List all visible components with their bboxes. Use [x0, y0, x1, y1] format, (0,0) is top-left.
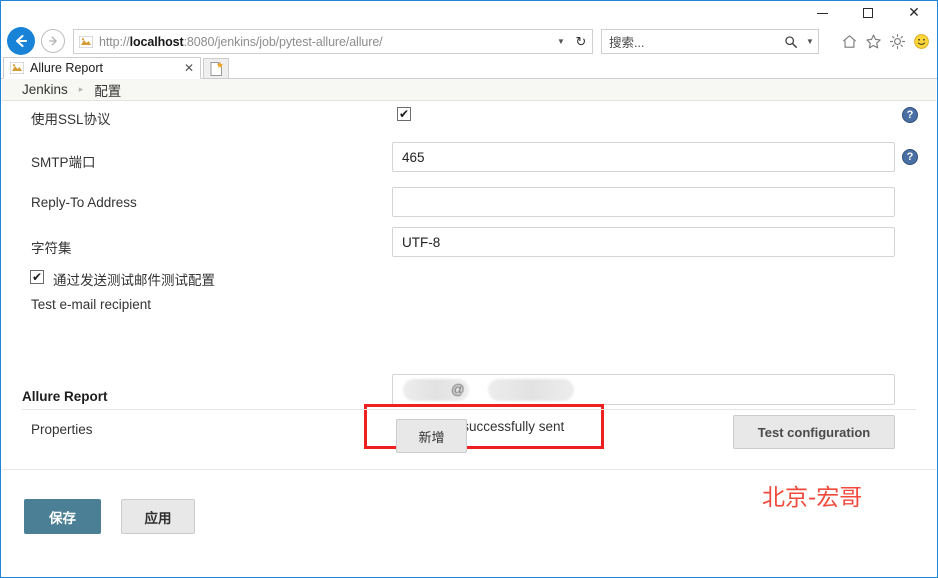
- charset-input[interactable]: UTF-8: [392, 227, 895, 257]
- new-tab-button[interactable]: [203, 58, 229, 79]
- properties-label: Properties: [31, 422, 93, 437]
- back-arrow-icon: [13, 33, 29, 49]
- smiley-feedback-icon[interactable]: [909, 29, 933, 53]
- apply-button-label: 应用: [145, 507, 172, 527]
- ssl-protocol-label: 使用SSL协议: [31, 108, 111, 128]
- url-path: :8080/jenkins/job/pytest-allure/allure/: [184, 35, 383, 49]
- address-bar[interactable]: http://localhost:8080/jenkins/job/pytest…: [73, 29, 593, 54]
- tab-close-icon[interactable]: ✕: [178, 57, 200, 79]
- reply-to-input[interactable]: [392, 187, 895, 217]
- minimize-icon: [817, 13, 828, 14]
- url-scheme: http://: [99, 35, 130, 49]
- breadcrumb: Jenkins ▸ 配置: [2, 79, 936, 101]
- page-content: Jenkins ▸ 配置 使用SSL协议 ✔ ? SMTP端口 465 ? Re…: [2, 79, 936, 576]
- maximize-button[interactable]: [845, 1, 891, 25]
- breadcrumb-item-current: 配置: [94, 80, 121, 100]
- address-dropdown-icon[interactable]: ▼: [552, 30, 570, 53]
- test-configuration-label: Test configuration: [758, 425, 870, 440]
- properties-add-button[interactable]: 新增: [396, 419, 467, 453]
- smtp-port-label: SMTP端口: [31, 151, 96, 171]
- properties-add-label: 新增: [418, 427, 444, 446]
- watermark-text: 北京-宏哥: [762, 478, 862, 512]
- email-at-symbol: @: [451, 382, 465, 397]
- apply-button[interactable]: 应用: [121, 499, 195, 534]
- new-tab-icon: [209, 61, 224, 77]
- ssl-protocol-checkbox[interactable]: ✔: [397, 107, 411, 121]
- charset-label: 字符集: [31, 237, 72, 257]
- section-divider: [22, 409, 916, 410]
- save-button-label: 保存: [49, 507, 76, 527]
- reply-to-label: Reply-To Address: [31, 195, 137, 210]
- back-button[interactable]: [7, 27, 35, 55]
- save-button[interactable]: 保存: [24, 499, 101, 534]
- allure-report-section-title: Allure Report: [22, 389, 108, 404]
- test-recipient-label: Test e-mail recipient: [31, 297, 151, 312]
- tab-strip: Allure Report ✕: [1, 57, 937, 79]
- tab-title: Allure Report: [30, 61, 178, 75]
- redacted-email-domain: [488, 379, 574, 401]
- breadcrumb-item-jenkins[interactable]: Jenkins: [22, 82, 68, 97]
- browser-window: ✕ http://localhost:808: [0, 0, 938, 578]
- maximize-icon: [863, 8, 873, 18]
- breadcrumb-separator-icon: ▸: [79, 84, 84, 95]
- reload-icon[interactable]: ↻: [570, 30, 592, 53]
- tab-allure-report[interactable]: Allure Report ✕: [3, 57, 201, 79]
- search-bar[interactable]: 搜索... ▼: [601, 29, 819, 54]
- close-icon: ✕: [908, 6, 920, 20]
- forward-arrow-icon: [46, 34, 60, 48]
- title-bar: ✕: [1, 1, 937, 25]
- search-dropdown-icon[interactable]: ▼: [802, 37, 818, 46]
- test-configuration-button[interactable]: Test configuration: [733, 415, 895, 449]
- tab-favicon: [9, 60, 25, 76]
- forward-button[interactable]: [41, 29, 65, 53]
- test-email-enable-checkbox[interactable]: ✔: [30, 270, 44, 284]
- smtp-port-help-icon[interactable]: ?: [902, 149, 918, 165]
- favorites-star-icon[interactable]: [861, 29, 885, 53]
- settings-gear-icon[interactable]: [885, 29, 909, 53]
- search-icon: [780, 35, 802, 49]
- test-recipient-input[interactable]: @: [392, 374, 895, 405]
- minimize-button[interactable]: [799, 1, 845, 25]
- home-icon[interactable]: [837, 29, 861, 53]
- url-domain: localhost: [130, 35, 184, 49]
- search-input[interactable]: 搜索...: [602, 32, 780, 51]
- address-url-text: http://localhost:8080/jenkins/job/pytest…: [99, 35, 552, 49]
- bottom-divider: [2, 469, 936, 470]
- ssl-help-icon[interactable]: ?: [902, 107, 918, 123]
- close-button[interactable]: ✕: [891, 1, 937, 25]
- navigation-bar: http://localhost:8080/jenkins/job/pytest…: [1, 25, 937, 57]
- site-favicon: [78, 34, 94, 50]
- smtp-port-input[interactable]: 465: [392, 142, 895, 172]
- test-email-enable-label: 通过发送测试邮件测试配置: [53, 269, 215, 289]
